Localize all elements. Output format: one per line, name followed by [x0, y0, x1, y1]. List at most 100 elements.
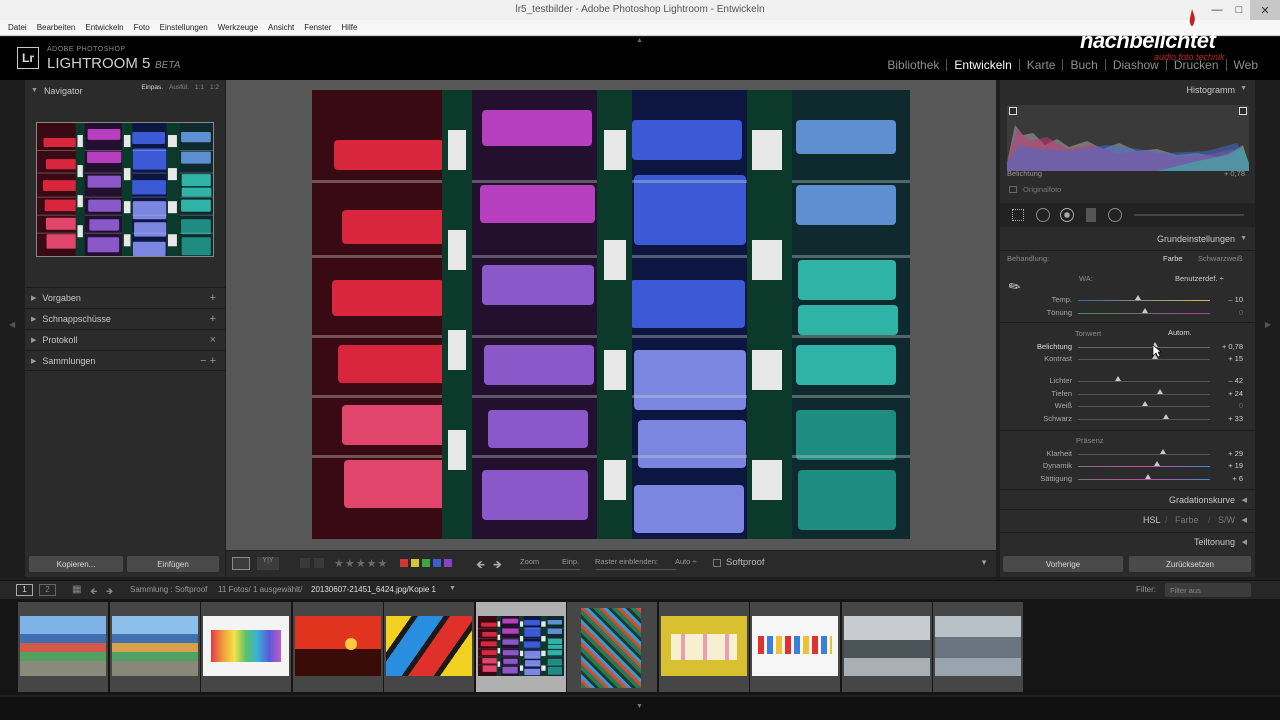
film-thumbnail-selected[interactable] [476, 602, 566, 692]
loupe-view-icon[interactable] [232, 557, 250, 570]
zoom-fit[interactable]: Einpas. [141, 84, 163, 91]
section-sammlungen[interactable]: ▶ Sammlungen − + [25, 350, 225, 371]
module-karte[interactable]: Karte [1020, 58, 1063, 72]
zoom-value[interactable]: Einp. [562, 557, 579, 566]
left-panel-edge[interactable]: ◀ [0, 80, 25, 577]
blacks-knob[interactable] [1163, 414, 1169, 419]
label-yellow-icon[interactable] [411, 559, 419, 567]
original-photo-checkbox[interactable] [1009, 186, 1017, 193]
clear-history-icon[interactable]: × [210, 334, 216, 346]
left-collapse-icon[interactable]: ◀ [9, 320, 15, 329]
menu-foto[interactable]: Foto [134, 23, 150, 32]
highlights-slider[interactable] [1078, 381, 1210, 382]
next-photo-icon[interactable]: 🡺 [493, 556, 502, 575]
primary-display-icon[interactable]: 1 [16, 584, 33, 596]
vibrance-knob[interactable] [1154, 461, 1160, 466]
previous-photo-icon[interactable]: 🡸 [476, 556, 485, 575]
spot-removal-icon[interactable] [1036, 208, 1050, 222]
protokoll-toggle-icon[interactable]: ▶ [31, 336, 36, 344]
farbe-tab[interactable]: Farbe [1175, 515, 1199, 525]
module-drucken[interactable]: Drucken [1167, 58, 1226, 72]
zoom-fill[interactable]: Ausfül. [169, 84, 189, 91]
menu-ansicht[interactable]: Ansicht [268, 23, 294, 32]
contrast-knob[interactable] [1152, 354, 1158, 359]
shadow-clipping-icon[interactable] [1009, 107, 1017, 115]
section-schnappschuesse[interactable]: ▶ Schnappschüsse + [25, 308, 225, 329]
film-thumbnail[interactable] [110, 602, 200, 692]
file-menu-icon[interactable]: ▼ [449, 585, 456, 592]
exposure-value[interactable]: + 0,78 [1213, 342, 1243, 351]
schnappschuesse-toggle-icon[interactable]: ▶ [31, 315, 36, 323]
contrast-value[interactable]: + 15 [1213, 354, 1243, 363]
softproof-checkbox[interactable] [713, 559, 721, 567]
film-thumbnail[interactable] [18, 602, 108, 692]
clarity-knob[interactable] [1160, 449, 1166, 454]
navigator-toggle-icon[interactable]: ▼ [31, 87, 38, 94]
label-blue-icon[interactable] [433, 559, 441, 567]
treatment-color[interactable]: Farbe [1163, 254, 1183, 263]
split-toning-toggle-icon[interactable]: ◀ [1242, 538, 1247, 546]
hsl-label[interactable]: HSL [1143, 515, 1161, 525]
filmstrip-forward-icon[interactable]: 🡺 [106, 584, 113, 600]
source-label[interactable]: Sammlung : Softproof [130, 585, 207, 594]
filter-select[interactable]: Filter aus [1165, 583, 1251, 597]
grid-value[interactable]: Auto ÷ [675, 557, 697, 566]
histogram-toggle-icon[interactable]: ▼ [1240, 85, 1247, 92]
sw-tab[interactable]: S/W [1218, 515, 1235, 525]
maximize-icon[interactable]: □ [1228, 0, 1250, 20]
module-buch[interactable]: Buch [1063, 58, 1104, 72]
menu-entwickeln[interactable]: Entwickeln [85, 23, 123, 32]
shadows-knob[interactable] [1157, 389, 1163, 394]
whites-slider[interactable] [1078, 406, 1210, 407]
film-thumbnail[interactable] [201, 602, 291, 692]
add-snapshot-icon[interactable]: + [210, 313, 216, 325]
film-thumbnail[interactable] [567, 602, 657, 692]
menu-fenster[interactable]: Fenster [304, 23, 331, 32]
filmstrip-back-icon[interactable]: 🡸 [90, 584, 97, 600]
radial-filter-icon[interactable] [1108, 208, 1122, 222]
label-green-icon[interactable] [422, 559, 430, 567]
temp-value[interactable]: – 10 [1213, 295, 1243, 304]
section-protokoll[interactable]: ▶ Protokoll × [25, 329, 225, 350]
hsl-toggle-icon[interactable]: ◀ [1242, 516, 1247, 524]
grid-slider[interactable] [596, 569, 676, 570]
module-diashow[interactable]: Diashow [1106, 58, 1166, 72]
whites-value[interactable]: 0 [1213, 401, 1243, 410]
minimize-icon[interactable]: — [1206, 0, 1228, 20]
label-red-icon[interactable] [400, 559, 408, 567]
navigator-preview[interactable] [36, 122, 214, 257]
reset-button[interactable]: Zurücksetzen [1129, 556, 1251, 572]
crop-tool-icon[interactable] [1012, 209, 1024, 221]
vorgaben-toggle-icon[interactable]: ▶ [31, 294, 36, 302]
section-vorgaben[interactable]: ▶ Vorgaben + [25, 287, 225, 308]
section-gradation[interactable]: Gradationskurve ◀ [1000, 489, 1255, 509]
star-rating[interactable]: ★★★★★ [334, 557, 388, 570]
right-collapse-icon[interactable]: ▶ [1265, 320, 1271, 329]
tint-knob[interactable] [1142, 308, 1148, 313]
film-thumbnail[interactable] [659, 602, 749, 692]
blacks-slider[interactable] [1078, 419, 1210, 420]
paste-button[interactable]: Einfügen [127, 556, 219, 572]
close-icon[interactable]: ✕ [1250, 0, 1280, 20]
grid-view-icon[interactable]: ▦ [72, 584, 81, 595]
main-photo[interactable] [312, 90, 910, 539]
flag-pick-icon[interactable] [300, 558, 310, 568]
contrast-slider[interactable] [1078, 359, 1210, 360]
temp-slider[interactable] [1078, 300, 1210, 301]
navigator-header[interactable]: ▼ Navigator Einpas. Ausfül. 1:1 1:2 [25, 80, 225, 101]
blacks-value[interactable]: + 33 [1213, 414, 1243, 423]
saturation-knob[interactable] [1145, 474, 1151, 479]
menu-datei[interactable]: Datei [8, 23, 27, 32]
film-thumbnail[interactable] [293, 602, 383, 692]
menu-einstellungen[interactable]: Einstellungen [160, 23, 208, 32]
zoom-1-1[interactable]: 1:1 [195, 84, 204, 91]
red-eye-icon[interactable] [1060, 208, 1074, 222]
whites-knob[interactable] [1142, 401, 1148, 406]
label-purple-icon[interactable] [444, 559, 452, 567]
collection-actions-icon[interactable]: − + [200, 355, 216, 367]
sammlungen-toggle-icon[interactable]: ▶ [31, 357, 36, 365]
adjustment-brush-slider[interactable] [1134, 214, 1244, 216]
zoom-1-2[interactable]: 1:2 [210, 84, 219, 91]
highlight-clipping-icon[interactable] [1239, 107, 1247, 115]
menu-werkzeuge[interactable]: Werkzeuge [218, 23, 258, 32]
